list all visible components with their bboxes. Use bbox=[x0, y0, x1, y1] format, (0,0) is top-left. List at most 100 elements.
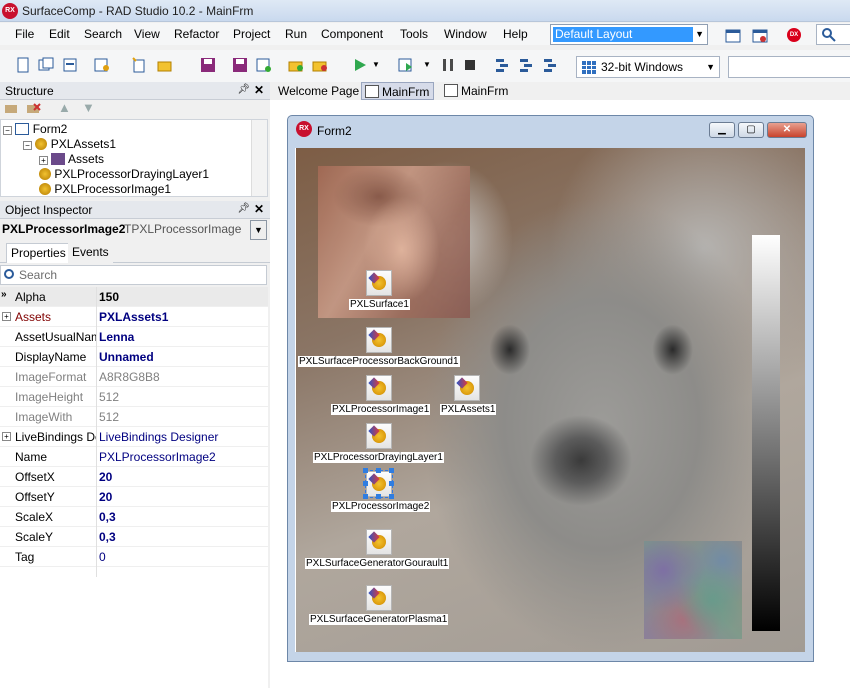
run-options-dropdown-icon[interactable]: ▼ bbox=[423, 60, 431, 69]
component-pxlsurface1[interactable] bbox=[366, 270, 392, 296]
property-value[interactable]: A8R8G8B8 bbox=[99, 370, 160, 384]
menu-tools[interactable]: Tools bbox=[400, 27, 428, 41]
inspector-search-input[interactable]: Search bbox=[0, 265, 267, 285]
stop-icon[interactable] bbox=[462, 57, 478, 73]
selection-handle[interactable] bbox=[376, 468, 381, 473]
close-icon[interactable]: ✕ bbox=[767, 122, 807, 138]
form-client-area[interactable]: PXLSurface1 PXLSurfaceProcessorBackGround… bbox=[295, 148, 805, 652]
selection-handle[interactable] bbox=[389, 481, 394, 486]
component-selector[interactable]: PXLProcessorImage2 TPXLProcessorImage ▼ bbox=[0, 219, 270, 241]
property-row-displayname[interactable]: DisplayName Unnamed bbox=[0, 347, 268, 367]
menu-search[interactable]: Search bbox=[84, 27, 122, 41]
tab-events[interactable]: Events bbox=[68, 243, 113, 263]
property-value[interactable]: 150 bbox=[99, 290, 119, 304]
maximize-icon[interactable]: ▢ bbox=[738, 122, 764, 138]
property-value[interactable]: Lenna bbox=[99, 330, 134, 344]
tab-mainfrm[interactable]: MainFrm bbox=[441, 82, 512, 100]
property-row-livebindings-designer[interactable]: + LiveBindings DesignerLiveBindings Desig… bbox=[0, 427, 268, 447]
add-to-project-icon[interactable] bbox=[256, 57, 272, 73]
property-row-tag[interactable]: Tag 0 bbox=[0, 547, 268, 567]
chevron-down-icon[interactable]: ▼ bbox=[250, 220, 267, 240]
tab-welcome-page[interactable]: Welcome Page bbox=[274, 82, 363, 100]
property-value[interactable]: PXLAssets1 bbox=[99, 310, 168, 324]
form2-window[interactable]: RX Form2 ▁ ▢ ✕ PXLSurface1 PXLSurfaceProc… bbox=[287, 115, 814, 662]
save-icon[interactable] bbox=[200, 57, 216, 73]
selection-handle[interactable] bbox=[376, 494, 381, 499]
selection-handle[interactable] bbox=[389, 494, 394, 499]
pin-icon[interactable]: 📌︎ bbox=[237, 84, 250, 95]
tree-item-pxlassets1[interactable]: − PXLAssets1 bbox=[23, 137, 116, 151]
save-all-icon[interactable] bbox=[232, 57, 248, 73]
tree-scrollbar[interactable] bbox=[251, 120, 267, 196]
property-value[interactable]: LiveBindings Designer bbox=[99, 430, 218, 444]
menu-project[interactable]: Project bbox=[233, 27, 270, 41]
expand-icon[interactable]: + bbox=[2, 312, 11, 321]
component-pxlprocessorimage1[interactable] bbox=[366, 375, 392, 401]
layout-combo[interactable]: Default Layout ▼ bbox=[550, 24, 708, 45]
menu-run[interactable]: Run bbox=[285, 27, 307, 41]
pin-icon[interactable]: 📌︎ bbox=[237, 203, 250, 214]
menu-window[interactable]: Window bbox=[444, 27, 487, 41]
ide-search-input[interactable] bbox=[816, 24, 850, 45]
new-items-icon[interactable] bbox=[131, 57, 147, 73]
property-value[interactable]: 0,3 bbox=[99, 510, 116, 524]
tab-mainfrm-active[interactable]: MainFrm bbox=[361, 82, 435, 100]
view-form-icon[interactable] bbox=[94, 57, 110, 73]
property-value[interactable]: 20 bbox=[99, 470, 112, 484]
save-desktop-icon[interactable] bbox=[725, 28, 741, 44]
component-pxlsurfacegeneratorgourault1[interactable] bbox=[366, 529, 392, 555]
run-without-debugging-icon[interactable] bbox=[398, 57, 414, 73]
run-to-cursor-icon[interactable] bbox=[542, 57, 558, 73]
property-value[interactable]: 20 bbox=[99, 490, 112, 504]
component-pxlprocessordrayinglayer1[interactable] bbox=[366, 423, 392, 449]
menu-refactor[interactable]: Refactor bbox=[174, 27, 219, 41]
menu-edit[interactable]: Edit bbox=[49, 27, 70, 41]
property-row-name[interactable]: Name PXLProcessorImage2 bbox=[0, 447, 268, 467]
property-row-imageheight[interactable]: ImageHeight 512 bbox=[0, 387, 268, 407]
selection-handle[interactable] bbox=[363, 468, 368, 473]
property-row-offsety[interactable]: OffsetY 20 bbox=[0, 487, 268, 507]
selection-handle[interactable] bbox=[389, 468, 394, 473]
property-row-offsetx[interactable]: OffsetX 20 bbox=[0, 467, 268, 487]
move-down-icon[interactable]: ▼ bbox=[82, 100, 95, 115]
property-row-scalex[interactable]: ScaleX 0,3 bbox=[0, 507, 268, 527]
tab-properties[interactable]: Properties bbox=[6, 243, 71, 263]
structure-delete-icon[interactable] bbox=[26, 102, 42, 116]
property-row-scaley[interactable]: ScaleY 0,3 bbox=[0, 527, 268, 547]
tree-item-assets[interactable]: + Assets bbox=[39, 152, 104, 166]
tree-item-drayinglayer[interactable]: PXLProcessorDrayingLayer1 bbox=[39, 167, 209, 181]
expand-icon[interactable]: + bbox=[2, 432, 11, 441]
property-row-imageformat[interactable]: ImageFormat A8R8G8B8 bbox=[0, 367, 268, 387]
selection-handle[interactable] bbox=[363, 481, 368, 486]
selection-handle[interactable] bbox=[363, 494, 368, 499]
remove-file-icon[interactable] bbox=[312, 57, 328, 73]
close-icon[interactable]: ✕ bbox=[254, 83, 264, 97]
new-file-icon[interactable] bbox=[15, 57, 31, 73]
component-pxlassets1[interactable] bbox=[454, 375, 480, 401]
collapse-icon[interactable]: − bbox=[3, 126, 12, 135]
expand-icon[interactable]: + bbox=[39, 156, 48, 165]
run-icon[interactable] bbox=[352, 57, 368, 73]
set-debug-desktop-icon[interactable] bbox=[752, 28, 768, 44]
property-value[interactable]: 512 bbox=[99, 390, 119, 404]
menu-help[interactable]: Help bbox=[503, 27, 528, 41]
property-value[interactable]: 0 bbox=[99, 550, 106, 564]
menu-component[interactable]: Component bbox=[321, 27, 383, 41]
property-row-assetusualname[interactable]: AssetUsualNameLenna bbox=[0, 327, 268, 347]
structure-tool-icon[interactable] bbox=[4, 102, 20, 116]
property-value[interactable]: 512 bbox=[99, 410, 119, 424]
pause-icon[interactable] bbox=[440, 57, 456, 73]
collapse-icon[interactable]: − bbox=[23, 141, 32, 150]
property-value[interactable]: PXLProcessorImage2 bbox=[99, 450, 216, 464]
close-icon[interactable]: ✕ bbox=[254, 202, 264, 216]
tree-item-form2[interactable]: − Form2 bbox=[3, 122, 67, 136]
step-over-icon[interactable] bbox=[494, 57, 510, 73]
property-value[interactable]: Unnamed bbox=[99, 350, 154, 364]
run-dropdown-icon[interactable]: ▼ bbox=[372, 60, 380, 69]
menu-file[interactable]: File bbox=[15, 27, 34, 41]
property-row-imagewith[interactable]: ImageWith 512 bbox=[0, 407, 268, 427]
tree-item-processorimage1[interactable]: PXLProcessorImage1 bbox=[39, 182, 171, 196]
component-pxlsurfaceprocessorbackground1[interactable] bbox=[366, 327, 392, 353]
component-pxlsurfacegeneratorplasma1[interactable] bbox=[366, 585, 392, 611]
property-row-alpha[interactable]: » Alpha 150 bbox=[0, 287, 268, 307]
